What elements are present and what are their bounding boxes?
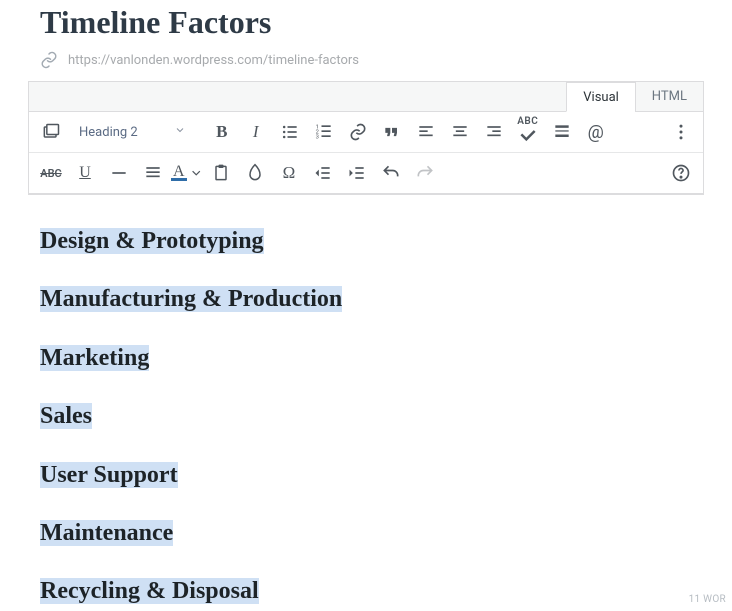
insert-link-button[interactable] [342, 116, 374, 148]
word-count: 11 WOR [689, 594, 726, 605]
chevron-down-icon [174, 124, 186, 140]
align-left-button[interactable] [410, 116, 442, 148]
page-title[interactable]: Timeline Factors [40, 0, 692, 51]
format-dropdown-label: Heading 2 [79, 125, 138, 140]
toolbar-toggle-button[interactable] [665, 116, 697, 148]
at-mention-button[interactable]: @ [580, 116, 612, 148]
content-heading: Marketing [40, 345, 149, 371]
tab-visual[interactable]: Visual [566, 82, 635, 112]
content-heading: User Support [40, 462, 178, 488]
italic-button[interactable]: I [240, 116, 272, 148]
bold-button[interactable]: B [206, 116, 238, 148]
add-media-button[interactable] [35, 116, 67, 148]
toolbar-row-1: Heading 2 B I 123 ABC [29, 112, 703, 153]
link-icon [40, 51, 58, 69]
tab-html[interactable]: HTML [635, 82, 703, 112]
svg-text:3: 3 [315, 135, 318, 141]
spellcheck-button[interactable]: ABC [512, 116, 544, 148]
editor-tabs: Visual HTML [29, 82, 703, 112]
underline-button[interactable]: U [69, 157, 101, 189]
toolbar-row-2: ABC U A Ω [29, 153, 703, 194]
redo-button[interactable] [409, 157, 441, 189]
align-center-button[interactable] [444, 116, 476, 148]
read-more-button[interactable] [546, 116, 578, 148]
clear-formatting-button[interactable] [239, 157, 271, 189]
justify-button[interactable] [137, 157, 169, 189]
help-button[interactable] [665, 157, 697, 189]
numbered-list-button[interactable]: 123 [308, 116, 340, 148]
spellcheck-label: ABC [517, 118, 538, 126]
content-heading: Maintenance [40, 520, 173, 546]
indent-button[interactable] [341, 157, 373, 189]
align-right-button[interactable] [478, 116, 510, 148]
horizontal-rule-button[interactable] [103, 157, 135, 189]
format-dropdown[interactable]: Heading 2 [69, 116, 196, 148]
editor: Visual HTML Heading 2 B I 123 [28, 81, 704, 195]
paste-text-button[interactable] [205, 157, 237, 189]
bullet-list-button[interactable] [274, 116, 306, 148]
content-heading: Design & Prototyping [40, 228, 264, 254]
content-area[interactable]: Design & Prototyping Manufacturing & Pro… [0, 195, 732, 608]
content-heading: Sales [40, 403, 92, 429]
blockquote-button[interactable] [376, 116, 408, 148]
text-color-button[interactable]: A [171, 157, 203, 189]
permalink-row: https://vanlonden.wordpress.com/timeline… [0, 51, 732, 81]
strikethrough-button[interactable]: ABC [35, 157, 67, 189]
permalink-text[interactable]: https://vanlonden.wordpress.com/timeline… [68, 53, 359, 68]
content-heading: Recycling & Disposal [40, 578, 259, 604]
undo-button[interactable] [375, 157, 407, 189]
special-char-button[interactable]: Ω [273, 157, 305, 189]
outdent-button[interactable] [307, 157, 339, 189]
content-heading: Manufacturing & Production [40, 286, 342, 312]
